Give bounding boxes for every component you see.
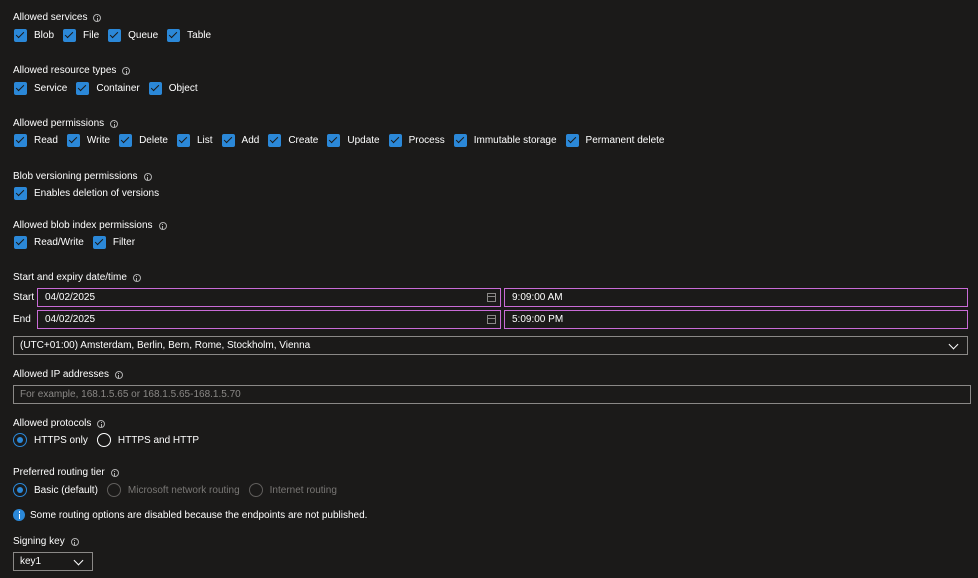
radio-https-only[interactable]: HTTPS only	[13, 433, 88, 447]
checkbox-read-write[interactable]: Read/Write	[14, 236, 84, 249]
routing-radio-group: Basic (default) Microsoft network routin…	[13, 483, 346, 497]
checkbox-immutable-storage[interactable]: Immutable storage	[453, 134, 557, 147]
radio-microsoft-network-routing: Microsoft network routing	[106, 483, 240, 497]
chevron-down-icon	[948, 339, 959, 350]
checkbox-checked-icon	[119, 134, 133, 147]
blob-index-label: Allowed blob index permissions	[13, 220, 167, 231]
timezone-dropdown[interactable]: (UTC+01:00) Amsterdam, Berlin, Bern, Rom…	[13, 336, 968, 355]
allowed-resource-types-label: Allowed resource types	[13, 65, 131, 76]
info-icon[interactable]	[122, 66, 131, 75]
checkbox-checked-icon	[108, 29, 122, 42]
checkbox-blob[interactable]: Blob	[14, 29, 54, 42]
checkbox-checked-icon	[453, 134, 467, 147]
end-label: End	[13, 314, 31, 325]
allowed-permissions-label: Allowed permissions	[13, 118, 119, 129]
checkbox-checked-icon	[14, 82, 27, 95]
radio-internet-routing: Internet routing	[248, 483, 337, 497]
checkbox-checked-icon	[167, 29, 181, 42]
checkbox-checked-icon	[268, 134, 282, 147]
radio-disabled-icon	[106, 483, 121, 497]
checkbox-checked-icon	[565, 134, 579, 147]
checkbox-process[interactable]: Process	[388, 134, 445, 147]
checkbox-table[interactable]: Table	[167, 29, 211, 42]
radio-selected-icon	[13, 433, 27, 447]
allowed-permissions-group: Read Write Delete List Add Create Update…	[14, 134, 674, 147]
allowed-protocols-label: Allowed protocols	[13, 418, 106, 429]
info-icon[interactable]	[110, 119, 119, 128]
info-icon[interactable]	[132, 273, 141, 282]
checkbox-read[interactable]: Read	[14, 134, 58, 147]
end-time-input[interactable]: 5:09:00 PM	[504, 310, 968, 329]
checkbox-checked-icon	[14, 134, 27, 147]
routing-tier-label: Preferred routing tier	[13, 467, 119, 478]
info-icon[interactable]	[114, 370, 123, 379]
calendar-icon[interactable]	[487, 315, 496, 324]
checkbox-checked-icon	[14, 187, 27, 200]
checkbox-enables-deletion-of-versions[interactable]: Enables deletion of versions	[14, 187, 159, 200]
checkbox-checked-icon	[66, 134, 80, 147]
checkbox-checked-icon	[14, 236, 27, 249]
checkbox-list[interactable]: List	[176, 134, 213, 147]
checkbox-object[interactable]: Object	[148, 82, 198, 95]
signing-key-dropdown[interactable]: key1	[13, 552, 93, 571]
info-icon[interactable]	[93, 13, 102, 22]
radio-basic-default[interactable]: Basic (default)	[13, 483, 98, 497]
info-icon	[13, 509, 25, 521]
datetime-label: Start and expiry date/time	[13, 272, 141, 283]
checkbox-service[interactable]: Service	[14, 82, 67, 95]
checkbox-container[interactable]: Container	[76, 82, 140, 95]
allowed-services-label: Allowed services	[13, 12, 102, 23]
checkbox-queue[interactable]: Queue	[108, 29, 158, 42]
start-label: Start	[13, 292, 35, 303]
allowed-ip-input[interactable]: For example, 168.1.5.65 or 168.1.5.65-16…	[13, 385, 971, 404]
blob-versioning-label: Blob versioning permissions	[13, 171, 152, 182]
signing-key-label: Signing key	[13, 536, 79, 547]
checkbox-checked-icon	[92, 236, 106, 249]
checkbox-checked-icon	[176, 134, 190, 147]
checkbox-checked-icon	[148, 82, 162, 95]
checkbox-update[interactable]: Update	[327, 134, 380, 147]
checkbox-permanent-delete[interactable]: Permanent delete	[565, 134, 665, 147]
allowed-ip-label: Allowed IP addresses	[13, 369, 123, 380]
allowed-resource-types-group: Service Container Object	[14, 82, 207, 95]
info-icon[interactable]	[97, 419, 106, 428]
blob-index-group: Read/Write Filter	[14, 236, 144, 249]
checkbox-checked-icon	[63, 29, 77, 42]
info-icon[interactable]	[70, 537, 79, 546]
protocols-radio-group: HTTPS only HTTPS and HTTP	[13, 433, 208, 447]
checkbox-delete[interactable]: Delete	[119, 134, 168, 147]
allowed-services-group: Blob File Queue Table	[14, 29, 220, 42]
checkbox-checked-icon	[388, 134, 402, 147]
radio-selected-icon	[13, 483, 27, 497]
checkbox-checked-icon	[76, 82, 90, 95]
checkbox-checked-icon	[14, 29, 27, 42]
checkbox-file[interactable]: File	[63, 29, 99, 42]
checkbox-add[interactable]: Add	[221, 134, 259, 147]
radio-unselected-icon	[96, 433, 111, 447]
info-icon[interactable]	[143, 172, 152, 181]
end-date-input[interactable]: 04/02/2025	[37, 310, 501, 329]
checkbox-create[interactable]: Create	[268, 134, 318, 147]
info-icon[interactable]	[110, 468, 119, 477]
info-icon[interactable]	[158, 221, 167, 230]
calendar-icon[interactable]	[487, 293, 496, 302]
start-date-input[interactable]: 04/02/2025	[37, 288, 501, 307]
checkbox-write[interactable]: Write	[66, 134, 110, 147]
start-time-input[interactable]: 9:09:00 AM	[504, 288, 968, 307]
radio-https-and-http[interactable]: HTTPS and HTTP	[96, 433, 199, 447]
checkbox-filter[interactable]: Filter	[92, 236, 135, 249]
blob-versioning-group: Enables deletion of versions	[14, 187, 168, 200]
checkbox-checked-icon	[221, 134, 235, 147]
radio-disabled-icon	[248, 483, 263, 497]
checkbox-checked-icon	[327, 134, 341, 147]
chevron-down-icon	[73, 555, 84, 566]
routing-notice: Some routing options are disabled becaus…	[13, 509, 367, 521]
